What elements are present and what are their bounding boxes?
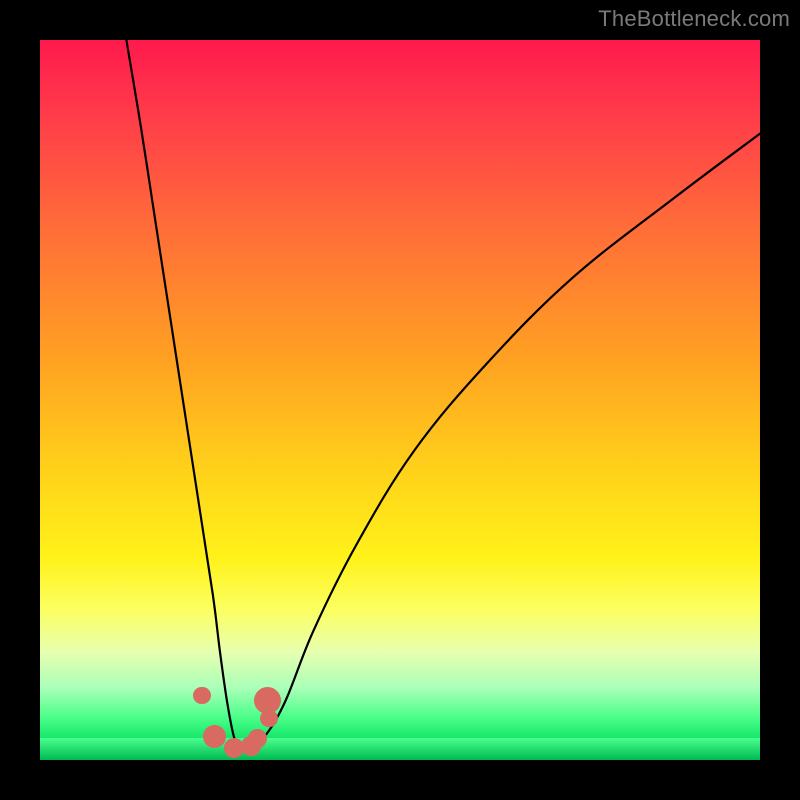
chart-frame: TheBottleneck.com — [0, 0, 800, 800]
bottleneck-curve — [126, 40, 760, 751]
data-point-marker — [248, 729, 267, 748]
watermark-text: TheBottleneck.com — [598, 6, 790, 32]
plot-area — [40, 40, 760, 760]
data-point-marker — [193, 687, 210, 704]
data-point-marker — [260, 710, 277, 727]
curve-svg — [40, 40, 760, 760]
